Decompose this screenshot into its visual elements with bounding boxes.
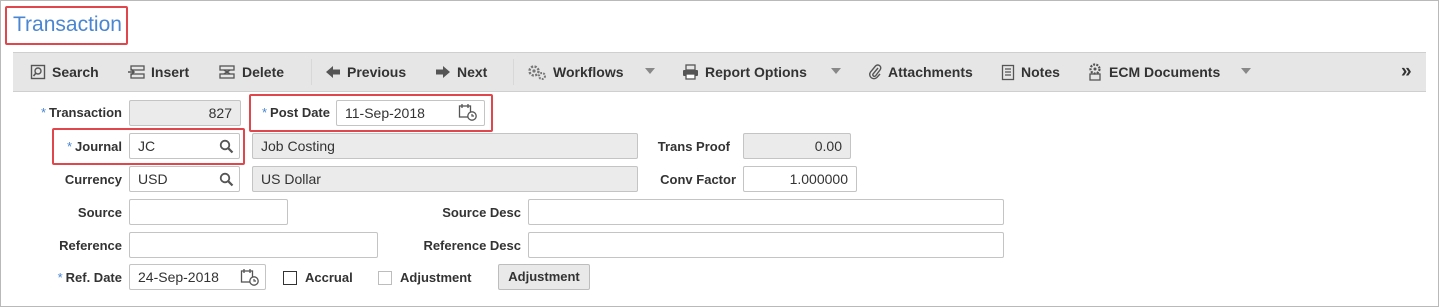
conv-factor-label: Conv Factor — [660, 172, 736, 187]
post-date-label: * Post Date — [261, 105, 330, 120]
reference-desc-label: Reference Desc — [423, 238, 521, 253]
currency-description-field: US Dollar — [252, 166, 638, 192]
gears-icon — [528, 65, 546, 80]
ecm-documents-dropdown-icon[interactable] — [1241, 68, 1251, 74]
adjustment-label: Adjustment — [400, 270, 472, 285]
insert-icon — [128, 65, 145, 79]
source-label: Source — [77, 205, 122, 220]
delete-icon — [219, 65, 235, 79]
delete-button[interactable]: Delete — [218, 53, 284, 91]
reference-desc-field[interactable] — [528, 232, 1004, 258]
reference-field[interactable] — [129, 232, 378, 258]
page-title: Transaction — [13, 13, 122, 36]
notes-icon — [1001, 64, 1015, 80]
source-desc-field[interactable] — [528, 199, 1004, 225]
attachments-label: Attachments — [888, 64, 973, 80]
notes-button[interactable]: Notes — [1001, 53, 1060, 91]
delete-label: Delete — [242, 64, 285, 80]
search-icon — [30, 64, 46, 80]
workflows-label: Workflows — [553, 64, 624, 80]
workflows-button[interactable]: Workflows — [527, 53, 624, 91]
printer-icon — [683, 64, 698, 80]
transaction-label: * Transaction — [40, 105, 122, 120]
paperclip-icon — [869, 64, 882, 80]
calendar-icon[interactable] — [240, 268, 260, 286]
journal-description-field: Job Costing — [252, 133, 638, 159]
calendar-icon[interactable] — [458, 103, 478, 121]
workflows-dropdown-icon[interactable] — [645, 68, 655, 74]
toolbar-separator — [311, 59, 312, 85]
notes-label: Notes — [1021, 64, 1060, 80]
report-options-dropdown-icon[interactable] — [831, 68, 841, 74]
adjustment-checkbox — [378, 271, 392, 285]
source-field[interactable] — [129, 199, 288, 225]
insert-label: Insert — [151, 64, 190, 80]
search-icon[interactable] — [219, 139, 234, 154]
attachments-button[interactable]: Attachments — [868, 53, 973, 91]
adjustment-button[interactable]: Adjustment — [498, 264, 590, 290]
ecm-documents-button[interactable]: ECM Documents — [1087, 53, 1220, 91]
toolbar-overflow-button[interactable]: » — [1401, 53, 1412, 91]
journal-label: * Journal — [66, 139, 122, 154]
conv-factor-field[interactable]: 1.000000 — [743, 166, 857, 192]
accrual-label: Accrual — [305, 270, 353, 285]
search-icon[interactable] — [219, 172, 234, 187]
insert-button[interactable]: Insert — [127, 53, 189, 91]
report-options-label: Report Options — [705, 64, 807, 80]
ref-date-label: * Ref. Date — [57, 270, 122, 285]
currency-label: Currency — [64, 172, 122, 187]
toolbar: Search Insert Delete Previous Next Workf… — [13, 52, 1426, 92]
arrow-left-icon — [326, 66, 340, 78]
search-button[interactable]: Search — [30, 53, 99, 91]
reference-label: Reference — [59, 238, 122, 253]
ecm-documents-icon — [1089, 63, 1101, 81]
next-button[interactable]: Next — [435, 53, 487, 91]
accrual-checkbox[interactable] — [283, 271, 297, 285]
previous-button[interactable]: Previous — [325, 53, 406, 91]
transaction-field: 827 — [129, 100, 241, 126]
next-label: Next — [457, 64, 488, 80]
trans-proof-field: 0.00 — [743, 133, 851, 159]
trans-proof-label: Trans Proof — [657, 139, 730, 154]
ecm-documents-label: ECM Documents — [1109, 64, 1221, 80]
toolbar-separator — [513, 59, 514, 85]
report-options-button[interactable]: Report Options — [682, 53, 807, 91]
source-desc-label: Source Desc — [442, 205, 521, 220]
search-label: Search — [52, 64, 99, 80]
arrow-right-icon — [436, 66, 450, 78]
previous-label: Previous — [347, 64, 407, 80]
